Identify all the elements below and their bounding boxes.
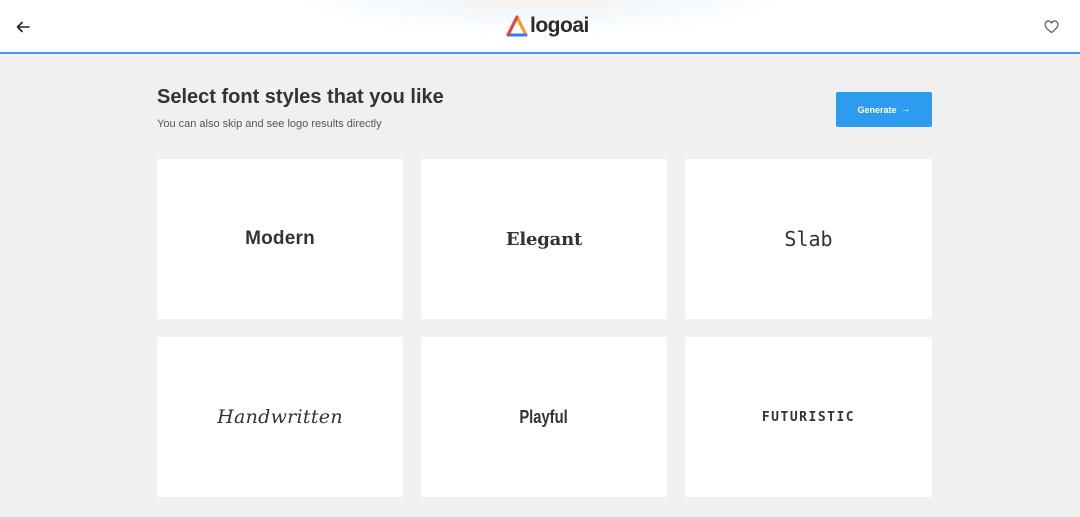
top-bar: logoai: [0, 0, 1080, 54]
logo-mark-icon: [506, 15, 528, 37]
font-style-card-elegant[interactable]: Elegant: [421, 159, 667, 319]
font-style-label: Handwritten: [217, 406, 343, 428]
font-style-grid: Modern Elegant Slab Handwritten Playful …: [157, 159, 932, 497]
font-style-label: Slab: [784, 227, 833, 251]
heart-outline-icon: [1043, 20, 1059, 34]
font-style-card-handwritten[interactable]: Handwritten: [157, 337, 403, 497]
back-button[interactable]: [10, 14, 36, 40]
font-style-card-slab[interactable]: Slab: [685, 159, 932, 319]
font-style-card-modern[interactable]: Modern: [157, 159, 403, 319]
favorite-button[interactable]: [1038, 14, 1064, 40]
logo[interactable]: logoai: [506, 12, 589, 40]
page-subtitle: You can also skip and see logo results d…: [157, 118, 382, 130]
font-style-label: Elegant: [505, 228, 583, 250]
arrow-right-icon: →: [900, 104, 911, 115]
arrow-left-icon: [16, 21, 30, 33]
generate-button[interactable]: Generate →: [836, 92, 932, 127]
generate-button-label: Generate: [857, 104, 897, 115]
font-style-card-playful[interactable]: Playful: [421, 337, 667, 497]
font-style-label: FUTURISTIC: [761, 409, 856, 425]
font-style-card-futuristic[interactable]: FUTURISTIC: [685, 337, 932, 497]
logo-text: logoai: [530, 14, 589, 37]
page-title: Select font styles that you like: [157, 86, 444, 108]
font-style-label: Modern: [245, 228, 315, 249]
font-style-label: Playful: [519, 406, 569, 427]
